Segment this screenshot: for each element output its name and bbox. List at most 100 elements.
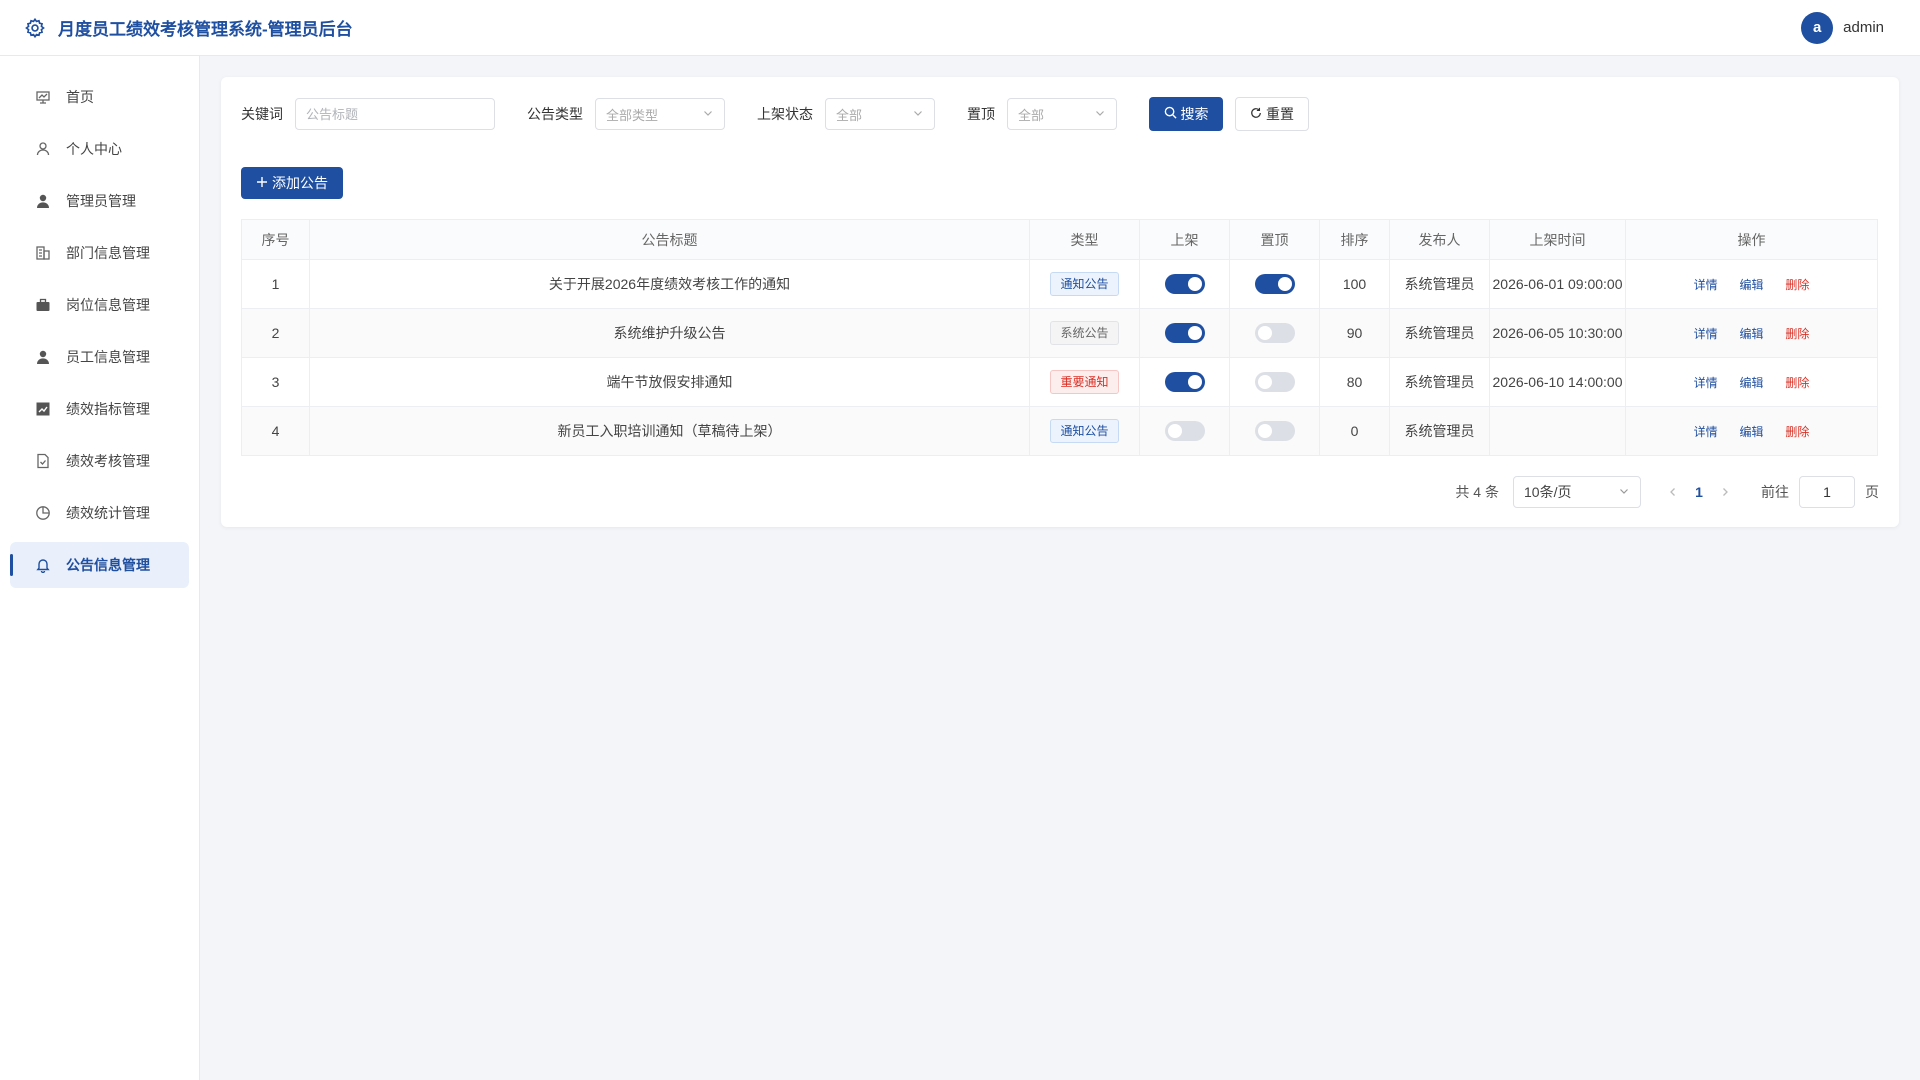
document-check-icon <box>34 452 52 470</box>
cell-publisher: 系统管理员 <box>1389 308 1490 358</box>
edit-link[interactable]: 编辑 <box>1739 327 1763 341</box>
edit-link[interactable]: 编辑 <box>1739 376 1763 390</box>
sidebar-item-department[interactable]: 部门信息管理 <box>10 230 189 276</box>
status-select-value: 全部 <box>836 107 863 123</box>
cell-order: 80 <box>1319 357 1390 407</box>
page-number-current[interactable]: 1 <box>1685 484 1713 500</box>
sidebar-item-label: 个人中心 <box>66 141 122 157</box>
cell-no: 4 <box>241 406 310 456</box>
pinned-toggle[interactable] <box>1254 421 1295 441</box>
cell-no: 1 <box>241 259 310 309</box>
type-select-value: 全部类型 <box>606 107 659 123</box>
detail-link[interactable]: 详情 <box>1694 327 1718 341</box>
cell-title: 端午节放假安排通知 <box>309 357 1030 407</box>
type-tag: 通知公告 <box>1050 419 1119 443</box>
published-toggle[interactable] <box>1164 274 1205 294</box>
cell-pinned <box>1229 259 1320 309</box>
search-icon <box>1164 106 1177 122</box>
edit-link[interactable]: 编辑 <box>1739 425 1763 439</box>
table-header-row: 序号 公告标题 类型 上架 置顶 排序 发布人 上架时间 操作 <box>241 219 1878 260</box>
sidebar-item-label: 管理员管理 <box>66 193 136 209</box>
bell-icon <box>34 556 52 574</box>
pinned-toggle[interactable] <box>1254 274 1295 294</box>
total-count: 共 4 条 <box>1455 484 1499 500</box>
add-announcement-button[interactable]: 添加公告 <box>241 167 343 199</box>
search-button-label: 搜索 <box>1180 106 1209 122</box>
search-button[interactable]: 搜索 <box>1149 97 1223 131</box>
page-size-select[interactable]: 10条/页 <box>1513 476 1641 508</box>
sidebar-item-label: 部门信息管理 <box>66 245 150 261</box>
keyword-input[interactable] <box>306 106 484 122</box>
sidebar-item-employee[interactable]: 员工信息管理 <box>10 334 189 380</box>
chevron-down-icon <box>702 107 714 122</box>
top-select[interactable]: 全部 <box>1007 98 1117 130</box>
detail-link[interactable]: 详情 <box>1694 278 1718 292</box>
delete-link[interactable]: 删除 <box>1785 376 1809 390</box>
sidebar-item-position[interactable]: 岗位信息管理 <box>10 282 189 328</box>
cell-publisher: 系统管理员 <box>1389 259 1490 309</box>
col-header-pinned: 置顶 <box>1229 219 1320 260</box>
published-toggle[interactable] <box>1164 372 1205 392</box>
cell-pinned <box>1229 357 1320 407</box>
top-header: 月度员工绩效考核管理系统-管理员后台 a admin <box>0 0 1920 56</box>
cell-title: 关于开展2026年度绩效考核工作的通知 <box>309 259 1030 309</box>
keyword-label: 关键词 <box>241 106 283 122</box>
sidebar-item-assessment[interactable]: 绩效考核管理 <box>10 438 189 484</box>
sidebar-item-home[interactable]: 首页 <box>10 74 189 120</box>
cell-pinned <box>1229 406 1320 456</box>
cell-type: 通知公告 <box>1029 406 1140 456</box>
building-icon <box>34 244 52 262</box>
sidebar-item-announcement[interactable]: 公告信息管理 <box>10 542 189 588</box>
sidebar-item-label: 绩效考核管理 <box>66 453 150 469</box>
gear-icon <box>24 17 46 39</box>
sidebar-item-profile[interactable]: 个人中心 <box>10 126 189 172</box>
edit-link[interactable]: 编辑 <box>1739 278 1763 292</box>
avatar[interactable]: a <box>1801 11 1834 44</box>
col-header-title: 公告标题 <box>309 219 1030 260</box>
goto-page-input[interactable] <box>1799 476 1855 508</box>
delete-link[interactable]: 删除 <box>1785 425 1809 439</box>
cell-pinned <box>1229 308 1320 358</box>
cell-published <box>1139 259 1230 309</box>
pie-icon <box>34 504 52 522</box>
published-toggle[interactable] <box>1164 323 1205 343</box>
cell-actions: 详情 编辑 删除 <box>1625 357 1878 407</box>
cell-publisher: 系统管理员 <box>1389 357 1490 407</box>
prev-page-button[interactable] <box>1661 480 1685 504</box>
filter-bar: 关键词 公告类型 全部类型 上架状态 全部 置顶 全部 搜索 重置 <box>241 97 1879 131</box>
delete-link[interactable]: 删除 <box>1785 278 1809 292</box>
briefcase-icon <box>34 296 52 314</box>
col-header-actions: 操作 <box>1625 219 1878 260</box>
sidebar-item-label: 首页 <box>66 89 94 105</box>
chevron-left-icon <box>1670 488 1675 496</box>
user-menu[interactable]: a admin <box>1801 11 1896 44</box>
sidebar-item-indicator[interactable]: 绩效指标管理 <box>10 386 189 432</box>
col-header-order: 排序 <box>1319 219 1390 260</box>
col-header-type: 类型 <box>1029 219 1140 260</box>
user-solid-icon <box>34 348 52 366</box>
pinned-toggle[interactable] <box>1254 323 1295 343</box>
cell-type: 系统公告 <box>1029 308 1140 358</box>
cell-type: 通知公告 <box>1029 259 1140 309</box>
table-row: 2 系统维护升级公告 系统公告 90 系统管理员 2026-06-05 10:3… <box>241 308 1878 358</box>
cell-order: 90 <box>1319 308 1390 358</box>
detail-link[interactable]: 详情 <box>1694 425 1718 439</box>
status-select[interactable]: 全部 <box>825 98 935 130</box>
page-suffix: 页 <box>1865 484 1879 500</box>
top-label: 置顶 <box>967 106 995 122</box>
sidebar-item-statistics[interactable]: 绩效统计管理 <box>10 490 189 536</box>
type-select[interactable]: 全部类型 <box>595 98 725 130</box>
detail-link[interactable]: 详情 <box>1694 376 1718 390</box>
reset-button[interactable]: 重置 <box>1235 97 1309 131</box>
sidebar-item-admin[interactable]: 管理员管理 <box>10 178 189 224</box>
cell-title: 新员工入职培训通知（草稿待上架） <box>309 406 1030 456</box>
col-header-time: 上架时间 <box>1489 219 1626 260</box>
next-page-button[interactable] <box>1713 480 1737 504</box>
username[interactable]: admin <box>1843 19 1884 36</box>
cell-time: 2026-06-05 10:30:00 <box>1489 308 1626 358</box>
announcement-panel: 关键词 公告类型 全部类型 上架状态 全部 置顶 全部 搜索 重置 <box>221 77 1899 527</box>
delete-link[interactable]: 删除 <box>1785 327 1809 341</box>
pinned-toggle[interactable] <box>1254 372 1295 392</box>
chevron-right-icon <box>1723 488 1728 496</box>
published-toggle[interactable] <box>1164 421 1205 441</box>
